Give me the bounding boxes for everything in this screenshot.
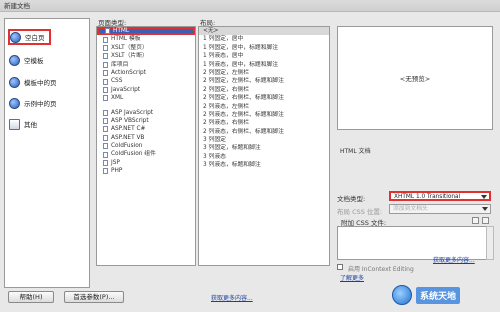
list-item[interactable]: 2 列固定，右侧栏	[199, 86, 329, 94]
list-item[interactable]: 库项目	[97, 61, 195, 69]
file-icon	[103, 36, 108, 43]
watermark-logo-icon	[392, 285, 412, 305]
file-icon	[103, 53, 108, 60]
get-more-content-link[interactable]: 获取更多内容...	[211, 293, 253, 302]
watermark-text: 系统天地	[416, 286, 461, 304]
chevron-down-icon	[481, 195, 487, 199]
layout-list[interactable]: <无> 1 列固定，居中 1 列固定，居中，标题和脚注 1 列液态，居中 1 列…	[198, 26, 330, 266]
list-item[interactable]: ASP.NET VB	[97, 134, 195, 142]
list-item[interactable]: JSP	[97, 159, 195, 167]
category-blank-template[interactable]: 空模板	[9, 52, 44, 68]
file-icon	[103, 118, 108, 125]
list-item[interactable]: HTML	[97, 27, 195, 36]
category-page-from-sample[interactable]: 示例中的页	[9, 95, 57, 111]
globe-icon	[9, 76, 20, 88]
list-item[interactable]: 2 列液态，右侧栏	[199, 119, 329, 127]
window-title: 新建文档	[0, 0, 500, 12]
globe-icon	[10, 31, 21, 43]
list-item[interactable]: PHP	[97, 167, 195, 175]
list-item[interactable]: 2 列固定，左侧栏	[199, 69, 329, 77]
file-icon	[103, 44, 108, 51]
preview-caption: HTML 文档	[340, 148, 371, 155]
preferences-button[interactable]: 首选参数(P)...	[64, 291, 124, 303]
file-icon	[103, 86, 108, 93]
list-item[interactable]: ASP VBScript	[97, 117, 195, 125]
list-item[interactable]: 1 列液态，居中	[199, 52, 329, 60]
preview-pane: <无预览>	[337, 26, 493, 130]
list-item[interactable]: 1 列固定，居中，标题和脚注	[199, 44, 329, 52]
category-blank-page[interactable]: 空白页	[8, 29, 51, 45]
file-icon	[103, 78, 108, 85]
list-item[interactable]: 1 列液态，居中，标题和脚注	[199, 61, 329, 69]
list-item[interactable]: XSLT（片断）	[97, 52, 195, 60]
file-icon	[103, 134, 108, 141]
list-item[interactable]: CSS	[97, 77, 195, 85]
list-item[interactable]: 2 列液态，左侧栏	[199, 103, 329, 111]
globe-icon	[9, 97, 20, 109]
list-item[interactable]: 3 列固定，标题和脚注	[199, 144, 329, 152]
file-icon	[103, 70, 108, 77]
category-label: 空白页	[25, 34, 45, 42]
file-icon	[103, 160, 108, 167]
list-item[interactable]: 2 列液态，右侧栏、标题和脚注	[199, 128, 329, 136]
list-item[interactable]: 1 列固定，居中	[199, 35, 329, 43]
watermark: 系统天地	[392, 283, 496, 307]
list-item[interactable]: HTML 模板	[97, 35, 195, 43]
enable-incontext-label: 启用 InContext Editing	[348, 266, 414, 273]
category-other[interactable]: 其他	[9, 116, 37, 132]
list-item[interactable]: JavaScript	[97, 86, 195, 94]
list-item[interactable]: 3 列液态	[199, 153, 329, 161]
file-icon	[105, 28, 110, 35]
file-icon	[103, 61, 108, 68]
page-type-list[interactable]: HTML HTML 模板 XSLT（整页） XSLT（片断） 库项目 Actio…	[96, 26, 196, 266]
list-item[interactable]: <无>	[199, 27, 329, 36]
category-label: 其他	[24, 121, 37, 129]
layout-css-label: 布局 CSS 位置:	[337, 208, 383, 216]
chevron-down-icon	[482, 207, 488, 211]
learn-more-link[interactable]: 了解更多	[340, 273, 364, 282]
layout-css-select: 添加到文档头	[389, 204, 491, 214]
attach-css-remove-button[interactable]	[482, 217, 489, 224]
preview-placeholder: <无预览>	[399, 75, 431, 83]
doctype-label: 文档类型:	[337, 195, 366, 203]
file-icon	[103, 126, 108, 133]
list-item[interactable]: XML	[97, 94, 195, 102]
file-icon	[103, 168, 108, 175]
list-item[interactable]: ColdFusion 组件	[97, 150, 195, 158]
list-item[interactable]: 2 列固定，右侧栏、标题和脚注	[199, 94, 329, 102]
list-item[interactable]: XSLT（整页）	[97, 44, 195, 52]
list-item[interactable]: ActionScript	[97, 69, 195, 77]
category-label: 空模板	[24, 57, 44, 65]
help-button[interactable]: 帮助(H)	[8, 291, 54, 303]
doctype-select[interactable]: XHTML 1.0 Transitional	[389, 191, 491, 201]
list-item[interactable]: ASP.NET C#	[97, 125, 195, 133]
file-icon	[103, 109, 108, 116]
category-label: 模板中的页	[24, 79, 57, 87]
list-item[interactable]: 2 列固定，左侧栏、标题和脚注	[199, 77, 329, 85]
get-more-content-link-right[interactable]: 获取更多内容...	[433, 255, 475, 264]
list-item[interactable]: 2 列液态，左侧栏、标题和脚注	[199, 111, 329, 119]
file-icon	[103, 143, 108, 150]
list-item[interactable]: 3 列液态，标题和脚注	[199, 161, 329, 169]
category-panel: 空白页 空模板 模板中的页 示例中的页 其他	[4, 18, 90, 288]
file-icon	[103, 95, 108, 102]
attach-css-scrollbar[interactable]	[486, 226, 494, 260]
category-label: 示例中的页	[24, 100, 57, 108]
enable-incontext-checkbox[interactable]	[337, 264, 343, 270]
list-item[interactable]: ColdFusion	[97, 142, 195, 150]
list-item[interactable]: ASP JavaScript	[97, 109, 195, 117]
file-icon	[103, 151, 108, 158]
list-item[interactable]: 3 列固定	[199, 136, 329, 144]
attach-css-add-button[interactable]	[472, 217, 479, 224]
category-page-from-template[interactable]: 模板中的页	[9, 74, 57, 90]
globe-icon	[9, 54, 20, 66]
document-icon	[9, 118, 20, 130]
